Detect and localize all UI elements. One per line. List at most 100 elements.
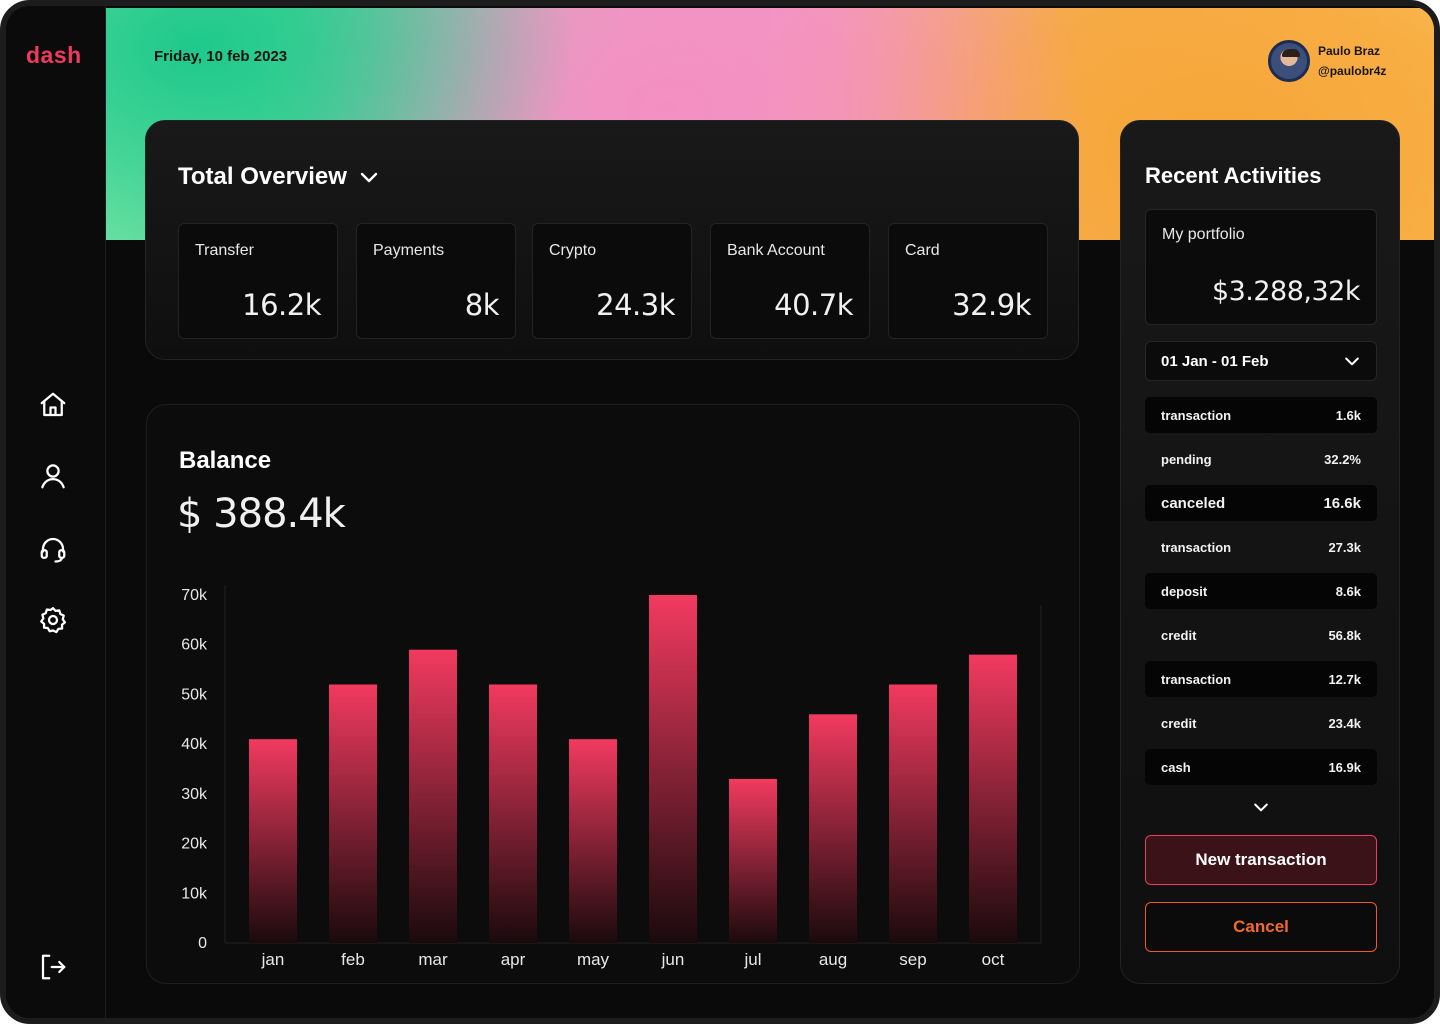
bar-jun[interactable] [649,595,697,943]
cancel-button[interactable]: Cancel [1145,902,1377,952]
bar-may[interactable] [569,739,617,943]
recent-activities-panel: Recent Activities My portfolio $3.288,32… [1120,120,1400,984]
stat-card-crypto[interactable]: Crypto 24.3k [532,223,692,339]
y-tick-label: 20k [181,836,208,853]
y-tick-label: 10k [181,885,208,902]
chevron-down-icon [360,172,378,183]
activity-label: credit [1161,715,1197,731]
bar-sep[interactable] [889,684,937,943]
y-tick-label: 70k [181,587,208,604]
list-item[interactable]: canceled 16.6k [1145,485,1377,521]
avatar[interactable] [1268,40,1310,82]
logout-icon[interactable] [36,950,70,984]
stat-label: Transfer [195,242,254,259]
user-handle: @paulobr4z [1318,64,1387,78]
show-more-chevron-icon[interactable] [1251,797,1271,817]
portfolio-value: $3.288,32k [1211,276,1361,307]
balance-title: Balance [179,447,272,474]
bar-mar[interactable] [409,649,457,943]
x-tick-label: jul [743,950,761,969]
list-item[interactable]: cash 16.9k [1145,749,1377,785]
activity-label: pending [1161,451,1212,467]
activity-value: 16.6k [1323,494,1361,512]
list-item[interactable]: deposit 8.6k [1145,573,1377,609]
stat-value: 24.3k [596,288,675,322]
activity-label: canceled [1161,494,1226,512]
list-item[interactable]: credit 56.8k [1145,617,1377,653]
activity-value: 16.9k [1328,759,1361,775]
y-tick-label: 40k [181,736,208,753]
stat-value: 32.9k [952,288,1031,322]
app-logo: dash [26,42,82,68]
current-date: Friday, 10 feb 2023 [154,48,288,65]
stat-label: Crypto [549,242,597,259]
list-item[interactable]: pending 32.2% [1145,441,1377,477]
overview-title-dropdown[interactable]: Total Overview [178,163,381,191]
activity-value: 23.4k [1328,715,1361,731]
activity-label: cash [1161,759,1191,775]
user-name: Paulo Braz [1318,44,1381,58]
stat-value: 16.2k [242,288,321,322]
sidebar: dash [6,6,106,1018]
activity-label: transaction [1161,407,1232,423]
activity-label: transaction [1161,671,1232,687]
date-range-select[interactable]: 01 Jan - 01 Feb [1145,341,1377,381]
portfolio-label: My portfolio [1162,226,1245,243]
activity-label: transaction [1161,539,1232,555]
chevron-down-icon [1345,357,1359,366]
activity-value: 56.8k [1328,627,1361,643]
stat-label: Card [905,242,940,259]
stat-card-transfer[interactable]: Transfer 16.2k [178,223,338,339]
portfolio-card[interactable]: My portfolio $3.288,32k [1145,209,1377,325]
list-item[interactable]: transaction 27.3k [1145,529,1377,565]
bar-jul[interactable] [729,778,777,943]
x-tick-label: jan [261,950,285,969]
y-tick-label: 30k [181,786,208,803]
home-icon[interactable] [36,388,70,422]
overview-title: Total Overview [178,163,347,190]
stat-card-card[interactable]: Card 32.9k [888,223,1048,339]
user-icon[interactable] [36,459,70,493]
stat-label: Payments [373,242,445,259]
app-frame: dash Friday, 10 feb 2023 Paulo Braz @pau… [0,0,1440,1024]
activity-value: 27.3k [1328,539,1361,555]
y-tick-label: 50k [181,686,208,703]
balance-panel: Balance $ 388.4k 0 10k 20k 30k 40k 50k 60k 70k j… [146,404,1080,984]
bar-aug[interactable] [809,714,857,943]
total-overview-panel: Total Overview Transfer 16.2k Payments 8… [145,120,1079,360]
activity-label: credit [1161,627,1197,643]
x-tick-label: oct [982,950,1005,969]
stat-label: Bank Account [727,242,825,259]
bar-feb[interactable] [329,684,377,943]
balance-bar-chart: 0 10k 20k 30k 40k 50k 60k 70k jan feb mar apr may jun… [181,585,1042,969]
x-tick-label: may [577,950,610,969]
date-range-value: 01 Jan - 01 Feb [1161,353,1269,370]
activity-value: 12.7k [1328,671,1361,687]
list-item[interactable]: credit 23.4k [1145,705,1377,741]
stat-value: 40.7k [774,288,853,322]
x-tick-label: apr [501,950,526,969]
headset-icon[interactable] [36,532,70,566]
bar-apr[interactable] [489,684,537,943]
stat-card-payments[interactable]: Payments 8k [356,223,516,339]
stat-card-bank-account[interactable]: Bank Account 40.7k [710,223,870,339]
y-tick-label: 60k [181,637,208,654]
list-item[interactable]: transaction 12.7k [1145,661,1377,697]
activity-value: 32.2% [1324,451,1361,467]
x-tick-label: feb [341,950,365,969]
user-profile[interactable]: Paulo Braz @paulobr4z [1268,40,1386,82]
list-item[interactable]: transaction 1.6k [1145,397,1377,433]
activities-title: Recent Activities [1145,163,1322,188]
x-tick-label: jun [661,950,685,969]
balance-value: $ 388.4k [177,491,346,537]
x-tick-label: aug [819,950,847,969]
settings-icon[interactable] [36,603,70,637]
activity-label: deposit [1161,583,1208,599]
activity-list: transaction 1.6k pending 32.2% canceled 16.… [1145,397,1377,793]
activity-value: 8.6k [1335,583,1361,599]
bar-oct[interactable] [969,654,1017,943]
stat-value: 8k [464,288,500,322]
bar-jan[interactable] [249,739,297,943]
new-transaction-button[interactable]: New transaction [1145,835,1377,885]
x-tick-label: mar [418,950,448,969]
